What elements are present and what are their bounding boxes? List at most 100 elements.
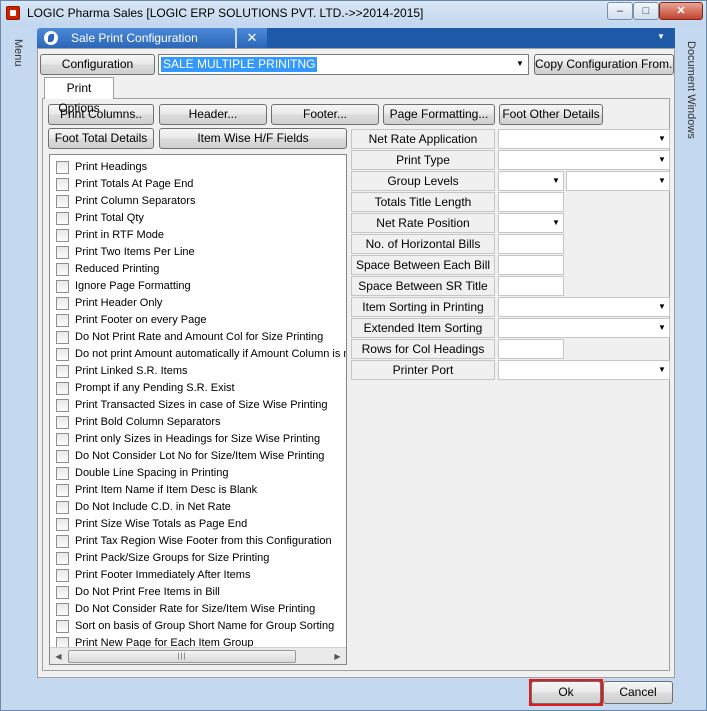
totals-title-length-input[interactable] (498, 192, 564, 212)
checkbox[interactable] (56, 161, 69, 174)
chevron-down-icon[interactable]: ▼ (658, 324, 666, 332)
checkbox[interactable] (56, 297, 69, 310)
chevron-down-icon[interactable]: ▼ (658, 177, 666, 185)
checkbox[interactable] (56, 552, 69, 565)
menu-side-panel[interactable]: Menu (7, 29, 31, 699)
chevron-down-icon[interactable]: ▼ (515, 59, 525, 69)
checkbox-item[interactable]: Ignore Page Formatting (50, 278, 346, 295)
group-levels-select-2[interactable]: ▼ (566, 171, 670, 191)
chevron-down-icon[interactable]: ▼ (658, 156, 666, 164)
checkbox-item[interactable]: Print Column Separators (50, 193, 346, 210)
cancel-button[interactable]: Cancel (603, 681, 673, 704)
checkbox-item[interactable]: Do Not Consider Rate for Size/Item Wise … (50, 601, 346, 618)
checkbox[interactable] (56, 484, 69, 497)
checkbox-item[interactable]: Do not print Amount automatically if Amo… (50, 346, 346, 363)
checkbox-item[interactable]: Print Footer Immediately After Items (50, 567, 346, 584)
checkbox[interactable] (56, 501, 69, 514)
chevron-down-icon[interactable]: ▼ (658, 135, 666, 143)
chevron-down-icon[interactable]: ▼ (552, 177, 560, 185)
checkbox[interactable] (56, 382, 69, 395)
checkbox-item[interactable]: Reduced Printing (50, 261, 346, 278)
checkbox-item[interactable]: Do Not Include C.D. in Net Rate (50, 499, 346, 516)
checkbox-item[interactable]: Print Total Qty (50, 210, 346, 227)
checkbox-item[interactable]: Print Footer on every Page (50, 312, 346, 329)
group-levels-select[interactable]: ▼ (498, 171, 564, 191)
checkbox-item[interactable]: Do Not Consider Lot No for Size/Item Wis… (50, 448, 346, 465)
configuration-button[interactable]: Configuration (40, 54, 155, 75)
checkbox[interactable] (56, 195, 69, 208)
checkbox-item[interactable]: Print Two Items Per Line (50, 244, 346, 261)
checkbox[interactable] (56, 603, 69, 616)
tab-list-chevron-icon[interactable]: ▼ (655, 32, 667, 44)
close-button[interactable]: ✕ (659, 2, 703, 20)
checkbox[interactable] (56, 620, 69, 633)
checkbox[interactable] (56, 246, 69, 259)
checkbox-item[interactable]: Print in RTF Mode (50, 227, 346, 244)
checkbox[interactable] (56, 416, 69, 429)
checkbox-item[interactable]: Print only Sizes in Headings for Size Wi… (50, 431, 346, 448)
item-sorting-in-printing-select[interactable]: ▼ (498, 297, 670, 317)
rows-for-col-headings-input[interactable] (498, 339, 564, 359)
footer-button[interactable]: Footer... (271, 104, 379, 125)
print-type-select[interactable]: ▼ (498, 150, 670, 170)
document-windows-side-panel[interactable]: Document Windows (681, 29, 703, 699)
minimize-button[interactable]: – (607, 2, 633, 20)
checkbox-item[interactable]: Print Headings (50, 159, 346, 176)
checkbox-item[interactable]: Double Line Spacing in Printing (50, 465, 346, 482)
checkbox[interactable] (56, 569, 69, 582)
checkbox[interactable] (56, 450, 69, 463)
checkbox-item[interactable]: Print Size Wise Totals as Page End (50, 516, 346, 533)
checkbox-item[interactable]: Prompt if any Pending S.R. Exist (50, 380, 346, 397)
checkbox[interactable] (56, 314, 69, 327)
printer-port-select[interactable]: ▼ (498, 360, 670, 380)
checkbox[interactable] (56, 399, 69, 412)
checkbox-item[interactable]: Print Pack/Size Groups for Size Printing (50, 550, 346, 567)
checkbox-item[interactable]: Print Tax Region Wise Footer from this C… (50, 533, 346, 550)
tab-close-icon[interactable]: ✕ (237, 28, 267, 48)
page-formatting-button[interactable]: Page Formatting... (383, 104, 495, 125)
checkbox[interactable] (56, 263, 69, 276)
scrollbar-thumb[interactable]: ||| (68, 650, 296, 663)
checkbox[interactable] (56, 212, 69, 225)
checkbox[interactable] (56, 467, 69, 480)
scroll-right-icon[interactable]: ▶ (331, 650, 344, 663)
horizontal-scrollbar[interactable]: ◀ ||| ▶ (50, 647, 346, 664)
checkbox-item[interactable]: Do Not Print Free Items in Bill (50, 584, 346, 601)
chevron-down-icon[interactable]: ▼ (658, 303, 666, 311)
checkbox[interactable] (56, 280, 69, 293)
checkbox-item[interactable]: Sort on basis of Group Short Name for Gr… (50, 618, 346, 635)
print-options-checkbox-list[interactable]: Print Headings Print Totals At Page End Pr… (49, 154, 347, 665)
extended-item-sorting-select[interactable]: ▼ (498, 318, 670, 338)
checkbox[interactable] (56, 178, 69, 191)
checkbox[interactable] (56, 586, 69, 599)
scroll-left-icon[interactable]: ◀ (52, 650, 65, 663)
checkbox-item[interactable]: Print Linked S.R. Items (50, 363, 346, 380)
tab-sale-print-configuration[interactable]: Sale Print Configuration (37, 28, 235, 48)
tab-print-options[interactable]: Print Options (44, 77, 114, 115)
foot-other-details-button[interactable]: Foot Other Details (499, 104, 603, 125)
chevron-down-icon[interactable]: ▼ (658, 366, 666, 374)
net-rate-application-select[interactable]: ▼ (498, 129, 670, 149)
chevron-down-icon[interactable]: ▼ (552, 219, 560, 227)
copy-configuration-button[interactable]: Copy Configuration From.. (534, 54, 674, 75)
space-between-sr-title-input[interactable] (498, 276, 564, 296)
ok-button[interactable]: Ok (531, 681, 601, 704)
foot-total-details-button[interactable]: Foot Total Details (48, 128, 154, 149)
checkbox[interactable] (56, 365, 69, 378)
checkbox-item[interactable]: Do Not Print Rate and Amount Col for Siz… (50, 329, 346, 346)
checkbox-item[interactable]: Print Item Name if Item Desc is Blank (50, 482, 346, 499)
header-button[interactable]: Header... (159, 104, 267, 125)
checkbox[interactable] (56, 518, 69, 531)
checkbox-item[interactable]: Print Totals At Page End (50, 176, 346, 193)
checkbox-item[interactable]: Print Header Only (50, 295, 346, 312)
item-wise-hf-fields-button[interactable]: Item Wise H/F Fields (159, 128, 347, 149)
checkbox[interactable] (56, 433, 69, 446)
checkbox[interactable] (56, 348, 69, 361)
checkbox-item[interactable]: Print Transacted Sizes in case of Size W… (50, 397, 346, 414)
checkbox-item[interactable]: Print Bold Column Separators (50, 414, 346, 431)
no-of-horizontal-bills-input[interactable] (498, 234, 564, 254)
maximize-button[interactable]: □ (633, 2, 659, 20)
space-between-each-bill-input[interactable] (498, 255, 564, 275)
checkbox[interactable] (56, 331, 69, 344)
net-rate-position-select[interactable]: ▼ (498, 213, 564, 233)
